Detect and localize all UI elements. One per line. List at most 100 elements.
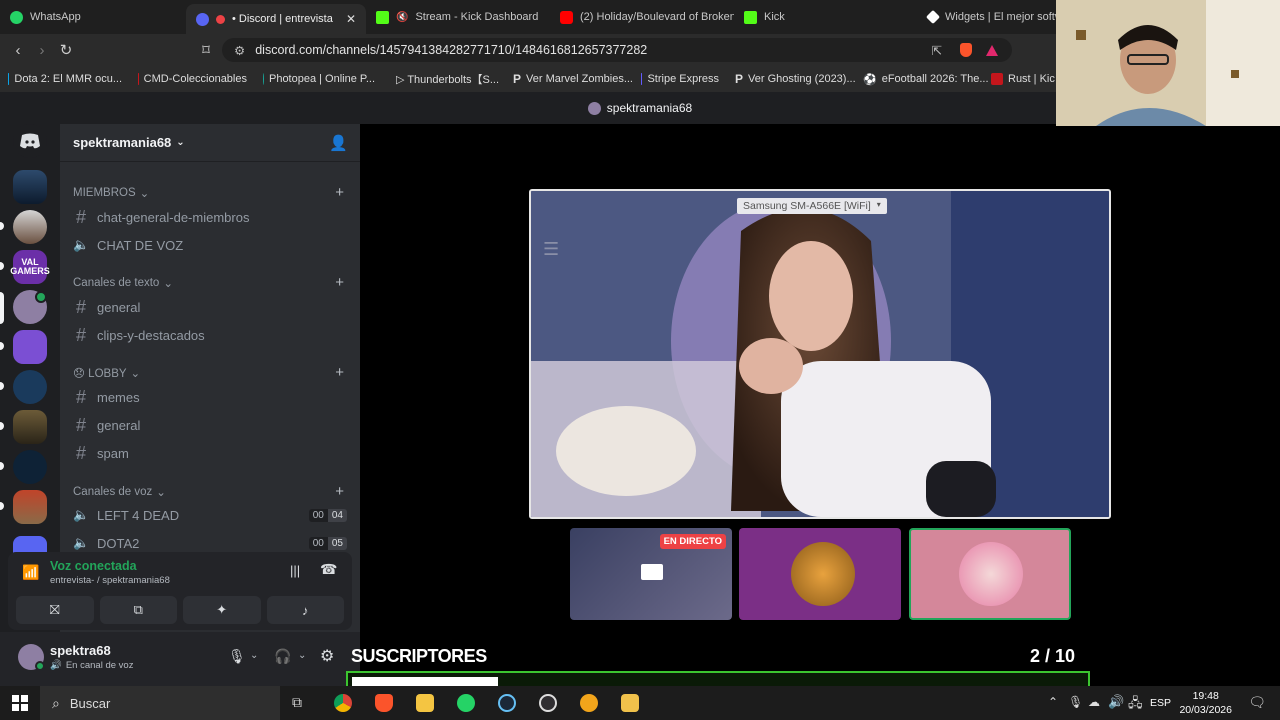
tab-widgets[interactable]: Widgets | El mejor softw xyxy=(918,0,1058,34)
server-cat-icon[interactable] xyxy=(13,210,47,244)
add-channel-icon[interactable]: + xyxy=(335,364,344,381)
microphone-icon[interactable]: 🎙 xyxy=(228,648,246,665)
camera-off-button[interactable]: ⛝ xyxy=(16,596,94,624)
microphone-tray-icon[interactable]: 🎙 xyxy=(1068,695,1083,709)
url-field[interactable]: ⚙ discord.com/channels/14579413842827717… xyxy=(222,38,1012,62)
brave-rewards-icon[interactable] xyxy=(986,44,998,56)
speaker-icon: 🔈 xyxy=(73,535,90,550)
add-channel-icon[interactable]: + xyxy=(335,184,344,201)
category-texto[interactable]: Canales de texto ⌄ xyxy=(73,276,173,290)
category-miembros[interactable]: MIEMBROS ⌄ xyxy=(73,186,149,200)
server-dark-icon[interactable] xyxy=(13,170,47,204)
channel-chat-general[interactable]: # chat-general-de-miembros xyxy=(73,204,349,230)
server-wolf-icon[interactable] xyxy=(13,450,47,484)
chevron-down-icon[interactable]: ⌄ xyxy=(250,650,258,661)
server-art-icon[interactable] xyxy=(13,490,47,524)
close-tab-icon[interactable]: ✕ xyxy=(346,12,356,26)
bookmark-dota2[interactable]: Dota 2: El MMR ocu... xyxy=(0,73,130,85)
category-lobby[interactable]: 😞 LOBBY ⌄ xyxy=(73,366,140,380)
stream-source-label[interactable]: Samsung SM-A566E [WiFi] ▾ xyxy=(737,198,887,214)
whatsapp-icon xyxy=(10,10,23,24)
bookmark-marvel-zombies[interactable]: P Ver Marvel Zombies... xyxy=(505,72,633,86)
channel-general-lobby[interactable]: # general xyxy=(73,412,349,438)
notification-icon[interactable]: 🗨 xyxy=(1248,694,1266,711)
tray-overflow-icon[interactable]: ⌃ xyxy=(1048,695,1058,709)
chrome-icon[interactable] xyxy=(334,694,352,712)
chevron-down-icon[interactable]: ⌄ xyxy=(298,650,306,661)
voice-status[interactable]: Voz conectada xyxy=(50,559,137,573)
whatsapp-taskbar-icon[interactable] xyxy=(457,694,475,712)
activities-button[interactable]: ✦ xyxy=(183,596,261,624)
bookmark-thunderbolts[interactable]: ▷ Thunderbolts【S... xyxy=(383,71,505,87)
bookmark-cmd[interactable]: CMD-Coleccionables xyxy=(130,73,255,85)
tab-youtube[interactable]: (2) Holiday/Boulevard of Broken xyxy=(550,0,734,34)
gear-icon[interactable]: ⚙ xyxy=(320,646,334,666)
thumbnail-participant[interactable] xyxy=(739,528,901,620)
disconnect-icon[interactable]: ☎ xyxy=(320,561,337,578)
add-channel-icon[interactable]: + xyxy=(335,483,344,500)
volume-icon[interactable]: 🔊 xyxy=(1108,694,1124,710)
voice-location[interactable]: entrevista- / spektramania68 xyxy=(50,575,170,586)
windows-start-icon[interactable] xyxy=(12,695,28,711)
voice-user-count: 00 05 xyxy=(308,536,347,550)
channel-general[interactable]: # general xyxy=(73,294,349,320)
invite-user-icon[interactable]: 👤 xyxy=(329,134,348,152)
thumbnail-stream[interactable]: EN DIRECTO xyxy=(570,528,732,620)
share-icon[interactable]: ⇱ xyxy=(932,43,942,58)
channel-left-4-dead[interactable]: 🔈 LEFT 4 DEAD 00 04 xyxy=(73,502,349,528)
server-header[interactable]: spektramania68 ⌄ 👤 xyxy=(60,124,360,162)
add-channel-icon[interactable]: + xyxy=(335,274,344,291)
server-game-icon[interactable] xyxy=(13,410,47,444)
username[interactable]: spektra68 xyxy=(50,643,111,658)
channel-memes[interactable]: # memes xyxy=(73,384,349,410)
bookmark-rust[interactable]: Rust | Kic xyxy=(983,73,1063,85)
system-clock[interactable]: 19:48 20/03/2026 xyxy=(1179,689,1232,717)
server-bear-icon[interactable] xyxy=(13,330,47,364)
hash-icon: # xyxy=(75,386,86,407)
tab-discord[interactable]: • Discord | entrevista- | s ✕ xyxy=(186,4,366,34)
network-icon[interactable]: 🖧 xyxy=(1128,694,1143,716)
steam-icon[interactable] xyxy=(498,694,516,712)
channel-spam[interactable]: # spam xyxy=(73,440,349,466)
server-val-gamers-icon[interactable]: VAL GAMERS xyxy=(10,250,50,284)
brave-icon[interactable] xyxy=(375,694,393,712)
chevron-down-icon: ⌄ xyxy=(176,137,185,148)
tab-kick[interactable]: Kick xyxy=(734,0,918,34)
site-info-icon[interactable]: ⚙ xyxy=(234,43,245,58)
language-indicator[interactable]: ESP xyxy=(1150,697,1171,709)
channel-chat-de-voz[interactable]: 🔈 CHAT DE VOZ xyxy=(73,232,349,258)
thumbnail-speaking-participant[interactable] xyxy=(909,528,1071,620)
bookmark-efootball[interactable]: ⚽ eFootball 2026: The... xyxy=(855,73,989,86)
bookmark-photopea[interactable]: Photopea | Online P... xyxy=(255,73,383,85)
signal-icon[interactable]: 📶 xyxy=(22,564,39,581)
tab-kick-dashboard[interactable]: 🔇 Stream - Kick Dashboard xyxy=(366,0,550,34)
headphones-icon[interactable]: 🎧 xyxy=(274,648,291,665)
back-icon[interactable]: ‹ xyxy=(6,42,30,59)
discord-home-icon[interactable] xyxy=(13,124,47,158)
brave-shield-icon[interactable] xyxy=(960,43,972,57)
file-explorer-icon[interactable] xyxy=(416,694,434,712)
menu-icon[interactable]: ☰ xyxy=(543,239,559,260)
main-video-stream[interactable]: Samsung SM-A566E [WiFi] ▾ ☰ xyxy=(529,189,1111,519)
app-icon[interactable] xyxy=(580,694,598,712)
kick-icon xyxy=(376,10,389,24)
taskbar-search-input[interactable]: ⌕ Buscar xyxy=(40,686,280,720)
tab-whatsapp[interactable]: WhatsApp xyxy=(0,0,186,34)
voice-user-count: 00 04 xyxy=(308,508,347,522)
category-voz[interactable]: Canales de voz ⌄ xyxy=(73,485,166,499)
bookmark-ghosting[interactable]: P Ver Ghosting (2023)... xyxy=(727,72,856,86)
voice-activity-icon[interactable]: ||| xyxy=(290,563,300,578)
reload-icon[interactable]: ↻ xyxy=(54,41,78,59)
bookmark-stripe[interactable]: Stripe Express xyxy=(633,73,727,85)
bookmark-icon[interactable]: ⌑ xyxy=(194,41,218,59)
task-view-icon[interactable]: ⧉ xyxy=(292,694,302,711)
unread-pill xyxy=(0,422,4,430)
server-blue-icon[interactable] xyxy=(13,370,47,404)
soundboard-button[interactable]: ♪ xyxy=(266,596,344,624)
channel-clips[interactable]: # clips-y-destacados xyxy=(73,322,349,348)
obs-icon[interactable] xyxy=(539,694,557,712)
cloud-icon[interactable]: ☁ xyxy=(1088,695,1100,709)
forward-icon[interactable]: › xyxy=(30,42,54,59)
screen-share-button[interactable]: ⧉ xyxy=(99,596,177,624)
media-player-icon[interactable] xyxy=(621,694,639,712)
